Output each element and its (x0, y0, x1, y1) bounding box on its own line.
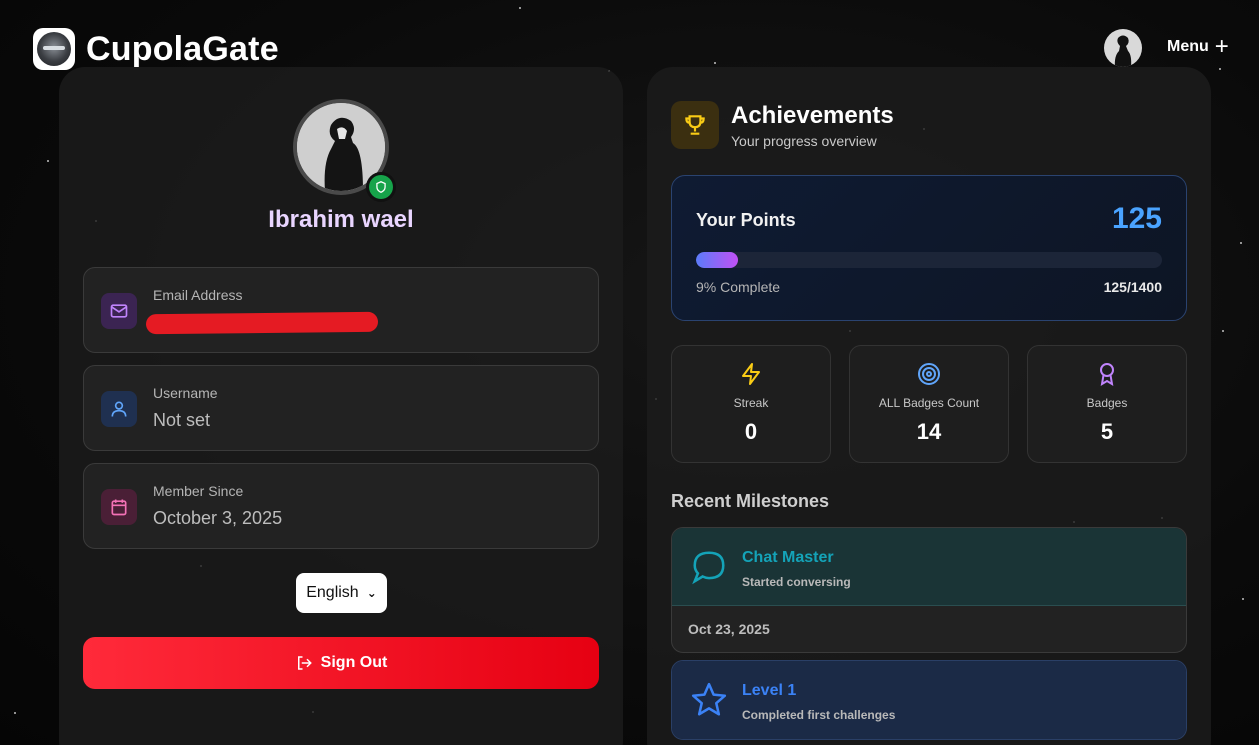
milestone-card: Level 1 Completed first challenges (671, 660, 1187, 740)
milestone-desc: Started conversing (742, 575, 851, 589)
achievements-subtitle: Your progress overview (731, 133, 877, 149)
menu-button[interactable]: Menu + (1167, 33, 1229, 60)
points-card: Your Points 125 9% Complete 125/1400 (671, 175, 1187, 321)
stat-value: 5 (1100, 419, 1114, 444)
trophy-icon (671, 101, 719, 149)
stat-all-badges: ALL Badges Count 14 (849, 345, 1009, 463)
stat-value: 0 (744, 419, 758, 444)
calendar-icon (101, 489, 137, 525)
recent-milestones-title: Recent Milestones (671, 491, 830, 511)
username-field: Username Not set (83, 365, 599, 451)
header-avatar[interactable] (1104, 29, 1142, 67)
stat-value: 14 (916, 419, 942, 444)
logout-icon (297, 656, 312, 670)
target-icon (850, 362, 1008, 388)
sign-out-label: Sign Out (320, 654, 388, 671)
chevron-down-icon: ⌄ (366, 586, 377, 600)
mail-icon (101, 293, 137, 329)
lightning-icon (672, 362, 830, 388)
milestone-title: Chat Master (742, 549, 834, 566)
logo-icon (33, 28, 75, 70)
brand[interactable]: CupolaGate (33, 28, 279, 70)
username-value: Not set (153, 410, 211, 430)
user-icon (101, 391, 137, 427)
member-since-field: Member Since October 3, 2025 (83, 463, 599, 549)
milestone-date: Oct 23, 2025 (688, 621, 770, 637)
menu-label: Menu (1167, 38, 1209, 55)
username-label: Username (153, 385, 218, 401)
star-icon (690, 681, 728, 719)
stat-badges: Badges 5 (1027, 345, 1187, 463)
brand-name: CupolaGate (86, 29, 279, 68)
stat-label: ALL Badges Count (878, 396, 980, 410)
member-since-value: October 3, 2025 (153, 508, 283, 528)
shield-icon (376, 181, 386, 193)
email-label: Email Address (153, 287, 243, 303)
milestone-title: Level 1 (742, 682, 797, 699)
milestone-card: Chat Master Started conversing Oct 23, 2… (671, 527, 1187, 653)
points-percent: 9% Complete (696, 279, 781, 295)
chat-icon (690, 548, 728, 586)
member-since-label: Member Since (153, 483, 244, 499)
redaction-mark (145, 311, 379, 335)
stat-streak: Streak 0 (671, 345, 831, 463)
milestone-desc: Completed first challenges (742, 708, 896, 722)
email-field: Email Address (83, 267, 599, 353)
stat-label: Badges (1086, 396, 1128, 410)
achievements-title: Achievements (731, 102, 894, 129)
points-value: 125 (1111, 202, 1162, 235)
points-progress-track (696, 252, 1162, 268)
profile-name: Ibrahim wael (268, 206, 414, 233)
sign-out-button[interactable]: Sign Out (83, 637, 599, 689)
language-value: English (306, 584, 359, 601)
plus-icon: + (1214, 33, 1229, 60)
stat-label: Streak (733, 396, 769, 410)
points-progress-fill (696, 252, 738, 268)
verified-badge (366, 172, 396, 202)
language-select[interactable]: English ⌄ (296, 573, 387, 613)
points-fraction: 125/1400 (1103, 279, 1162, 295)
award-icon (1028, 362, 1186, 388)
points-label: Your Points (696, 210, 796, 230)
